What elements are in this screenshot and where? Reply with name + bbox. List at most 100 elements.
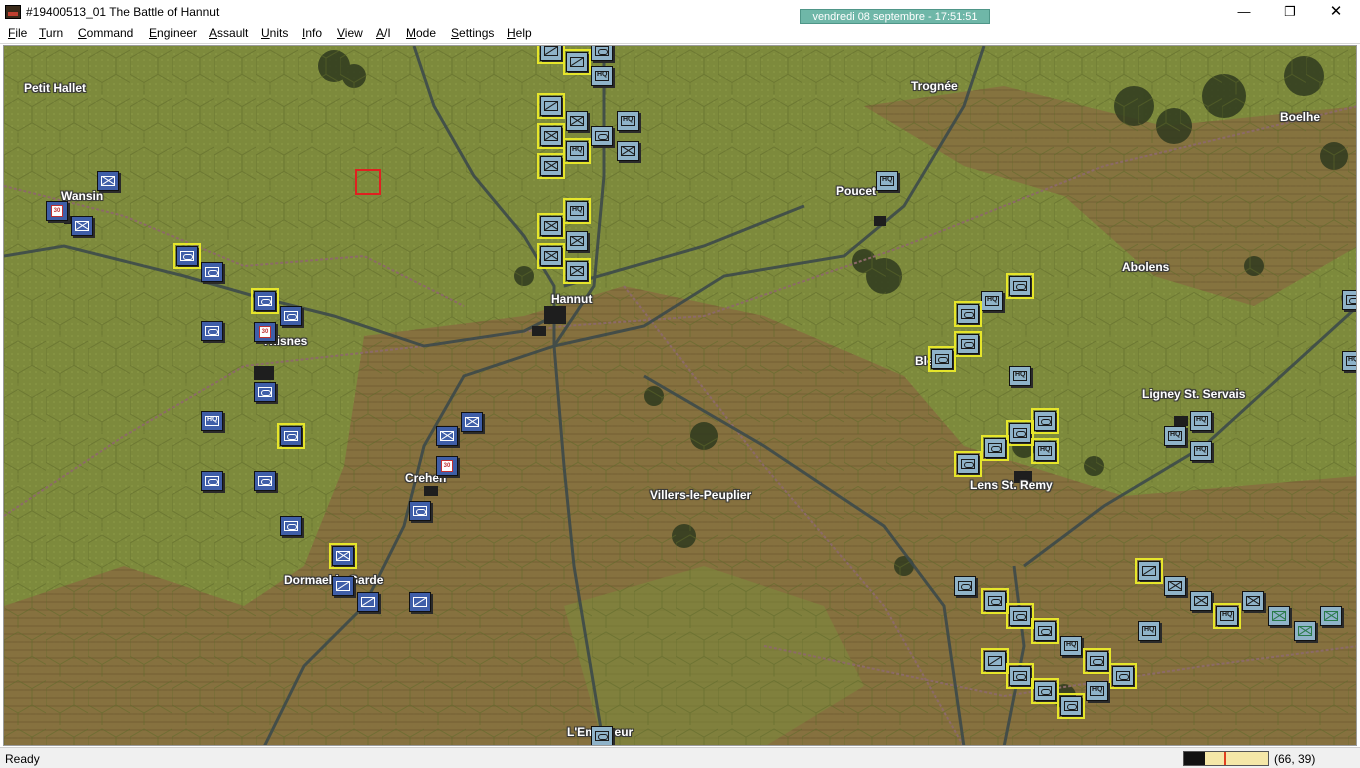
german-unit-counter[interactable]: [591, 126, 613, 146]
german-unit-counter[interactable]: [617, 141, 639, 161]
menu-ai[interactable]: A/I: [376, 26, 391, 40]
menu-units[interactable]: Units: [261, 26, 288, 40]
german-unit-counter[interactable]: [566, 231, 588, 251]
german-unit-counter[interactable]: [566, 111, 588, 131]
german-unit-counter[interactable]: [563, 138, 591, 164]
allied-unit-counter[interactable]: 30: [254, 322, 276, 342]
allied-unit-counter[interactable]: [357, 592, 379, 612]
german-unit-counter[interactable]: [617, 111, 639, 131]
german-unit-counter[interactable]: [1342, 351, 1356, 371]
german-unit-counter[interactable]: [591, 726, 613, 745]
german-unit-counter[interactable]: [954, 331, 982, 357]
menu-settings[interactable]: Settings: [451, 26, 494, 40]
allied-unit-counter[interactable]: [409, 501, 431, 521]
allied-unit-counter[interactable]: [97, 171, 119, 191]
german-unit-counter[interactable]: [591, 66, 613, 86]
status-text: Ready: [5, 752, 40, 766]
german-unit-counter[interactable]: [1031, 408, 1059, 434]
allied-unit-counter[interactable]: [461, 412, 483, 432]
german-unit-counter[interactable]: [537, 153, 565, 179]
german-unit-counter[interactable]: [981, 291, 1003, 311]
allied-unit-counter[interactable]: [71, 216, 93, 236]
german-unit-counter[interactable]: [1031, 678, 1059, 704]
menu-engineer[interactable]: Engineer: [149, 26, 197, 40]
german-unit-counter[interactable]: [981, 435, 1009, 461]
allied-unit-counter[interactable]: [201, 411, 223, 431]
allied-unit-counter[interactable]: [280, 306, 302, 326]
german-unit-counter[interactable]: [1190, 441, 1212, 461]
menu-file[interactable]: File: [8, 26, 27, 40]
german-unit-counter[interactable]: [1213, 603, 1241, 629]
german-unit-counter[interactable]: [1083, 648, 1111, 674]
german-unit-counter[interactable]: [537, 46, 565, 64]
hex-map[interactable]: Petit Hallet Wansin Thisnes Crehen Dorma…: [3, 45, 1357, 746]
german-unit-counter[interactable]: [563, 198, 591, 224]
german-unit-counter[interactable]: [1190, 591, 1212, 611]
german-unit-counter[interactable]: [537, 93, 565, 119]
allied-unit-counter[interactable]: [254, 382, 276, 402]
allied-unit-counter[interactable]: [332, 576, 354, 596]
german-unit-counter[interactable]: [1031, 618, 1059, 644]
maximize-button[interactable]: ❐: [1267, 0, 1313, 24]
town-label: Abolens: [1122, 260, 1170, 274]
minimize-button[interactable]: —: [1221, 0, 1267, 24]
german-unit-counter[interactable]: [1060, 636, 1082, 656]
allied-unit-counter[interactable]: [201, 262, 223, 282]
german-unit-counter[interactable]: [954, 301, 982, 327]
allied-unit-counter[interactable]: 30: [46, 201, 68, 221]
allied-unit-counter[interactable]: [251, 288, 279, 314]
german-unit-counter[interactable]: [1006, 663, 1034, 689]
german-unit-counter[interactable]: [1057, 693, 1085, 719]
german-unit-counter[interactable]: [1342, 290, 1356, 310]
german-unit-counter[interactable]: [876, 171, 898, 191]
menu-assault[interactable]: Assault: [209, 26, 248, 40]
german-unit-counter[interactable]: [1006, 273, 1034, 299]
menu-mode[interactable]: Mode: [406, 26, 436, 40]
german-unit-counter[interactable]: [563, 258, 591, 284]
allied-unit-counter[interactable]: [173, 243, 201, 269]
german-unit-counter[interactable]: [1086, 681, 1108, 701]
german-unit-counter[interactable]: [1242, 591, 1264, 611]
german-unit-counter[interactable]: [1031, 438, 1059, 464]
allied-unit-counter[interactable]: [254, 471, 276, 491]
allied-unit-counter[interactable]: [280, 516, 302, 536]
german-unit-counter[interactable]: [1164, 576, 1186, 596]
german-unit-counter[interactable]: [1006, 603, 1034, 629]
german-unit-counter[interactable]: [928, 346, 956, 372]
german-unit-counter[interactable]: [954, 451, 982, 477]
german-unit-counter[interactable]: [591, 46, 613, 61]
allied-unit-counter[interactable]: [201, 321, 223, 341]
german-unit-counter[interactable]: [537, 213, 565, 239]
menu-help[interactable]: Help: [507, 26, 532, 40]
german-unit-counter[interactable]: [981, 648, 1009, 674]
german-unit-counter[interactable]: [1320, 606, 1342, 626]
german-unit-counter[interactable]: [981, 588, 1009, 614]
app-icon[interactable]: [5, 5, 21, 19]
german-unit-counter[interactable]: [1135, 558, 1163, 584]
german-unit-counter[interactable]: [1138, 621, 1160, 641]
allied-unit-counter[interactable]: [277, 423, 305, 449]
menu-view[interactable]: View: [337, 26, 363, 40]
german-unit-counter[interactable]: [1164, 426, 1186, 446]
allied-unit-counter[interactable]: [436, 426, 458, 446]
german-unit-counter[interactable]: [1268, 606, 1290, 626]
german-unit-counter[interactable]: [1009, 366, 1031, 386]
allied-unit-counter[interactable]: [329, 543, 357, 569]
allied-unit-counter[interactable]: [201, 471, 223, 491]
german-unit-counter[interactable]: [954, 576, 976, 596]
menu-turn[interactable]: Turn: [39, 26, 63, 40]
german-unit-counter[interactable]: [1294, 621, 1316, 641]
allied-unit-counter[interactable]: [409, 592, 431, 612]
german-unit-counter[interactable]: [537, 123, 565, 149]
german-unit-counter[interactable]: [537, 243, 565, 269]
german-unit-counter[interactable]: [563, 49, 591, 75]
menu-info[interactable]: Info: [302, 26, 322, 40]
german-unit-counter[interactable]: [1006, 420, 1034, 446]
german-unit-counter[interactable]: [1190, 411, 1212, 431]
close-button[interactable]: ✕: [1313, 0, 1359, 24]
town-label: Trognée: [911, 79, 958, 93]
german-unit-counter[interactable]: [1109, 663, 1137, 689]
allied-unit-counter[interactable]: 30: [436, 456, 458, 476]
clock-display: vendredi 08 septembre - 17:51:51: [800, 9, 990, 24]
menu-command[interactable]: Command: [78, 26, 133, 40]
